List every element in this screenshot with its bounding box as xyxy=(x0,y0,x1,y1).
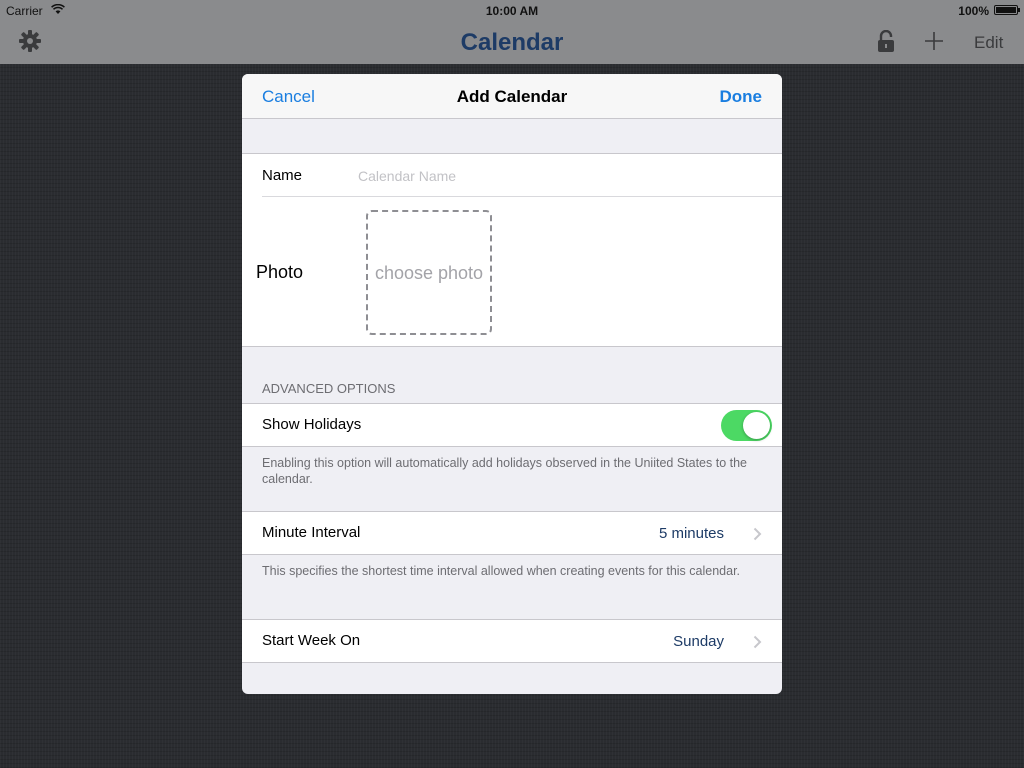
start-week-row[interactable]: Start Week On Sunday xyxy=(242,619,782,663)
photo-label: Photo xyxy=(256,262,304,282)
show-holidays-toggle[interactable] xyxy=(721,410,772,441)
status-bar: Carrier 10:00 AM 100% xyxy=(0,0,1024,20)
minute-interval-value: 5 minutes xyxy=(658,525,724,542)
nav-title: Calendar xyxy=(460,29,564,56)
status-time: 10:00 AM xyxy=(485,4,539,18)
toggle-knob xyxy=(743,412,770,439)
modal-header: Cancel Add Calendar Done xyxy=(242,74,782,119)
calendar-name-input[interactable] xyxy=(358,162,758,190)
battery-icon xyxy=(994,5,1020,15)
show-holidays-row: Show Holidays xyxy=(242,403,782,447)
choose-photo-label: choose photo xyxy=(374,262,484,283)
minute-interval-label: Minute Interval xyxy=(262,524,361,541)
battery-percent: 100% xyxy=(958,4,989,18)
plus-icon[interactable] xyxy=(922,29,946,53)
top-bar: Carrier 10:00 AM 100% Calendar Edit xyxy=(0,0,1024,64)
done-button[interactable]: Done xyxy=(720,87,763,107)
show-holidays-label: Show Holidays xyxy=(262,416,362,433)
edit-button[interactable]: Edit xyxy=(974,33,1003,53)
chevron-right-icon xyxy=(753,527,762,541)
start-week-label: Start Week On xyxy=(262,632,361,649)
start-week-value: Sunday xyxy=(673,633,724,650)
advanced-options-header: ADVANCED OPTIONS xyxy=(262,381,396,396)
chevron-right-icon xyxy=(753,635,762,649)
name-photo-group: Name Photo choose photo xyxy=(242,153,782,347)
choose-photo-button[interactable]: choose photo xyxy=(366,210,492,335)
modal-title: Add Calendar xyxy=(456,87,568,106)
add-calendar-modal: Cancel Add Calendar Done Name Photo choo… xyxy=(242,74,782,694)
name-label: Name xyxy=(262,167,303,184)
minute-interval-row[interactable]: Minute Interval 5 minutes xyxy=(242,511,782,555)
holidays-note: Enabling this option will automatically … xyxy=(262,456,748,486)
interval-note: This specifies the shortest time interva… xyxy=(262,564,741,578)
navigation-bar: Calendar Edit xyxy=(0,20,1024,64)
lock-icon[interactable] xyxy=(876,30,896,54)
row-divider xyxy=(262,196,782,197)
